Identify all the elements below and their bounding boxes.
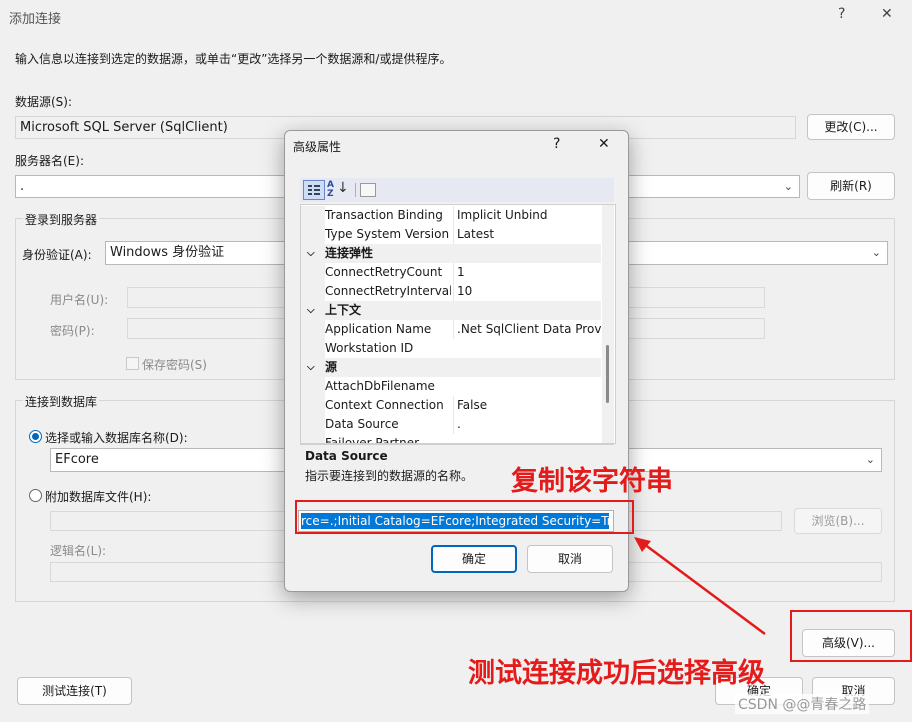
annotation-arrow: [634, 537, 766, 636]
arrow-head-icon: [634, 537, 651, 552]
arrow-line: [639, 539, 766, 636]
